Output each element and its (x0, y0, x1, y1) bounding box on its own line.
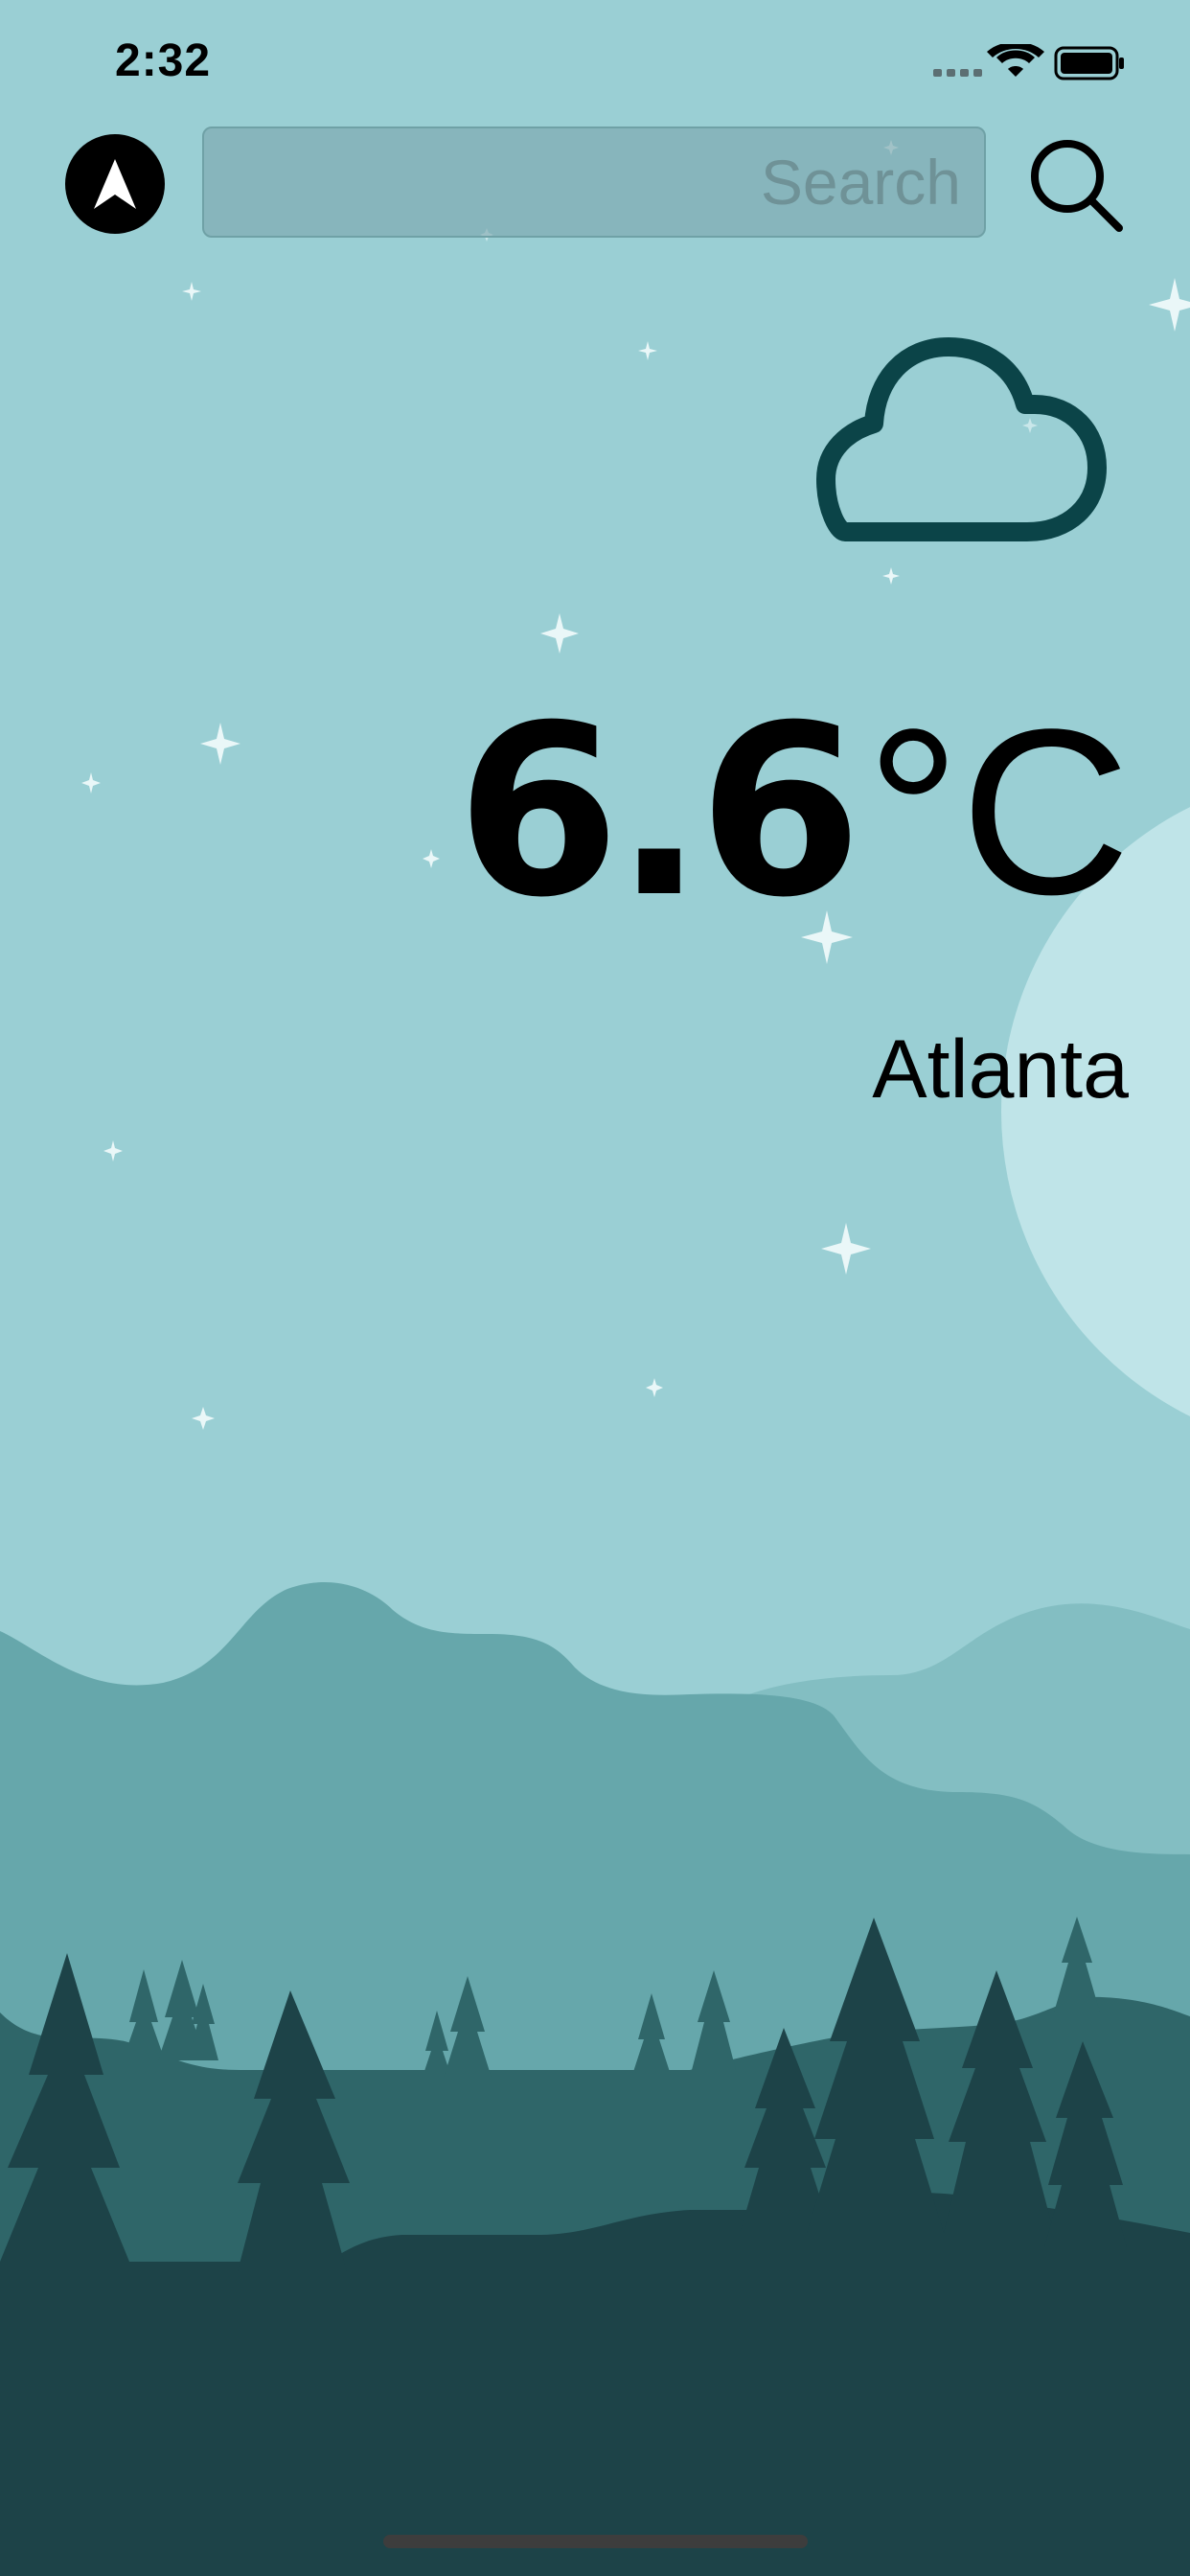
status-bar: 2:32 (0, 0, 1190, 115)
search-button[interactable] (1025, 134, 1131, 240)
temperature-unit: °C (865, 680, 1131, 944)
battery-icon (1054, 46, 1124, 80)
search-icon (1031, 140, 1123, 232)
search-input[interactable] (204, 128, 984, 236)
status-icons (933, 44, 1124, 80)
cloud-icon (816, 337, 1107, 541)
signal-icon (933, 69, 982, 77)
weather-screen: 2:32 Search 6.6°C Atlanta (0, 0, 1190, 2576)
temperature: 6.6°C (456, 695, 1131, 932)
location-button[interactable] (65, 134, 165, 234)
home-indicator[interactable] (383, 2535, 808, 2548)
temperature-value: 6.6 (456, 676, 862, 950)
city-name: Atlanta (872, 1024, 1129, 1116)
status-time: 2:32 (115, 35, 212, 86)
wifi-icon (987, 44, 1044, 77)
search-field[interactable] (202, 126, 986, 238)
location-arrow-icon (94, 159, 136, 209)
